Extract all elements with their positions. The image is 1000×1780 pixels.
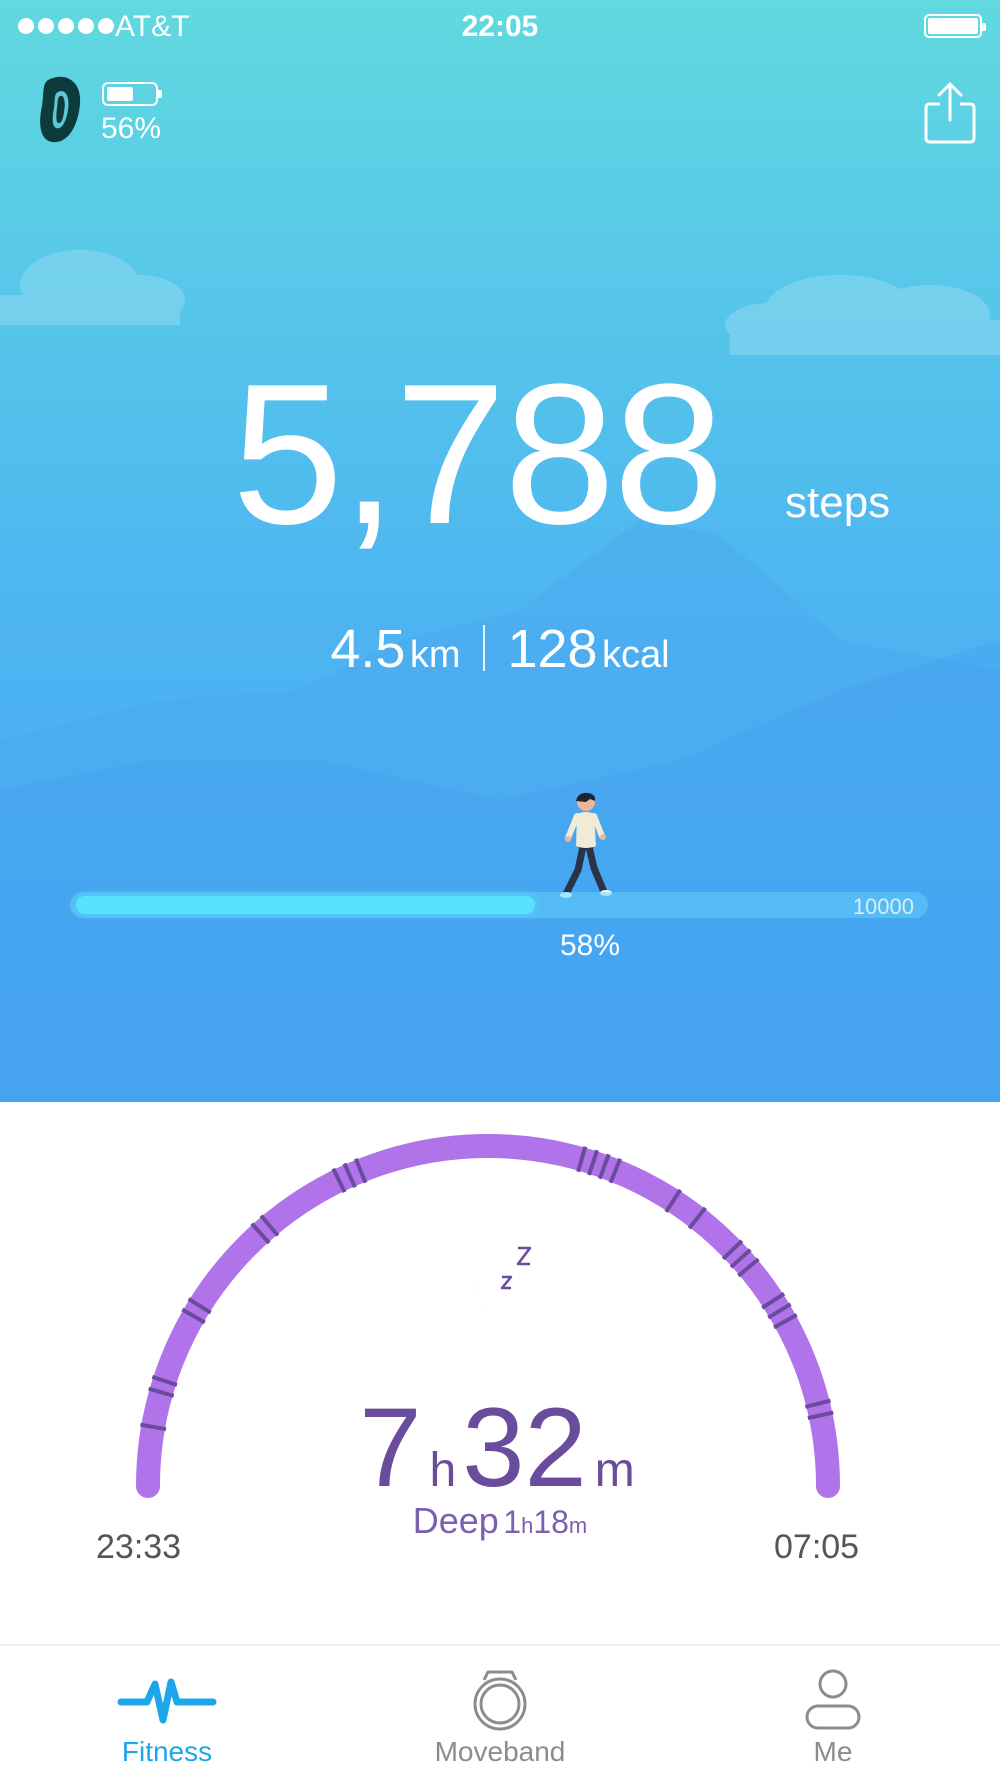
tab-me[interactable]: Me xyxy=(666,1646,1000,1780)
step-goal: 10000 xyxy=(852,894,914,919)
sleep-card[interactable]: 7 h32 m Deep 1h18m 23:33 07:05 xyxy=(0,1102,1000,1644)
steps-display: 5,788 steps xyxy=(0,355,1000,555)
steps-count: 5,788 xyxy=(232,343,724,566)
sleep-hours-unit: h xyxy=(429,1444,457,1497)
share-icon[interactable] xyxy=(920,80,980,146)
sleep-end-time: 07:05 xyxy=(774,1528,860,1566)
distance-unit: km xyxy=(409,634,461,676)
tab-bar: Fitness Moveband Me xyxy=(0,1644,1000,1778)
tab-moveband[interactable]: Moveband xyxy=(333,1646,667,1780)
stats-divider xyxy=(483,625,486,671)
band-device-icon xyxy=(473,1670,527,1731)
sleep-hours: 7 xyxy=(359,1385,422,1510)
activity-hero: AT&T 22:05 56% 5,788 steps 4.5 km 128 kc… xyxy=(0,0,1000,1102)
deep-hours-unit: h xyxy=(521,1513,534,1538)
steps-unit: steps xyxy=(785,478,891,527)
pulse-icon xyxy=(117,1678,217,1724)
calories-unit: kcal xyxy=(602,634,670,676)
deep-minutes: 18 xyxy=(533,1504,569,1540)
status-bar: AT&T 22:05 xyxy=(0,0,1000,56)
tab-fitness[interactable]: Fitness xyxy=(0,1646,334,1780)
tab-fitness-label: Fitness xyxy=(121,1736,213,1767)
tab-moveband-label: Moveband xyxy=(434,1736,566,1767)
deep-sleep-label: Deep xyxy=(412,1500,499,1541)
deep-minutes-unit: m xyxy=(568,1513,588,1538)
band-battery-percent: 56% xyxy=(101,112,162,145)
band-battery-icon xyxy=(102,82,162,106)
band-icon[interactable] xyxy=(36,74,86,146)
sleep-minutes: 32 xyxy=(462,1385,587,1510)
deep-hours: 1 xyxy=(503,1504,522,1540)
moon-zzz-icon xyxy=(476,1246,532,1316)
progress-percent: 58% xyxy=(559,929,621,962)
distance-value: 4.5 xyxy=(330,619,406,679)
status-time: 22:05 xyxy=(461,10,539,43)
sleep-minutes-unit: m xyxy=(594,1444,635,1497)
phone-battery-icon xyxy=(924,14,986,38)
progress-fill xyxy=(76,896,535,914)
activity-stats: 4.5 km 128 kcal xyxy=(0,618,1000,680)
walking-person-icon xyxy=(560,792,612,898)
step-goal-progress: 10000 xyxy=(70,892,928,919)
sleep-duration: 7 h32 m xyxy=(0,1392,1000,1504)
sleep-start-time: 23:33 xyxy=(96,1528,182,1566)
person-icon xyxy=(805,1669,861,1730)
tab-me-label: Me xyxy=(813,1736,853,1767)
calories-value: 128 xyxy=(507,619,598,679)
